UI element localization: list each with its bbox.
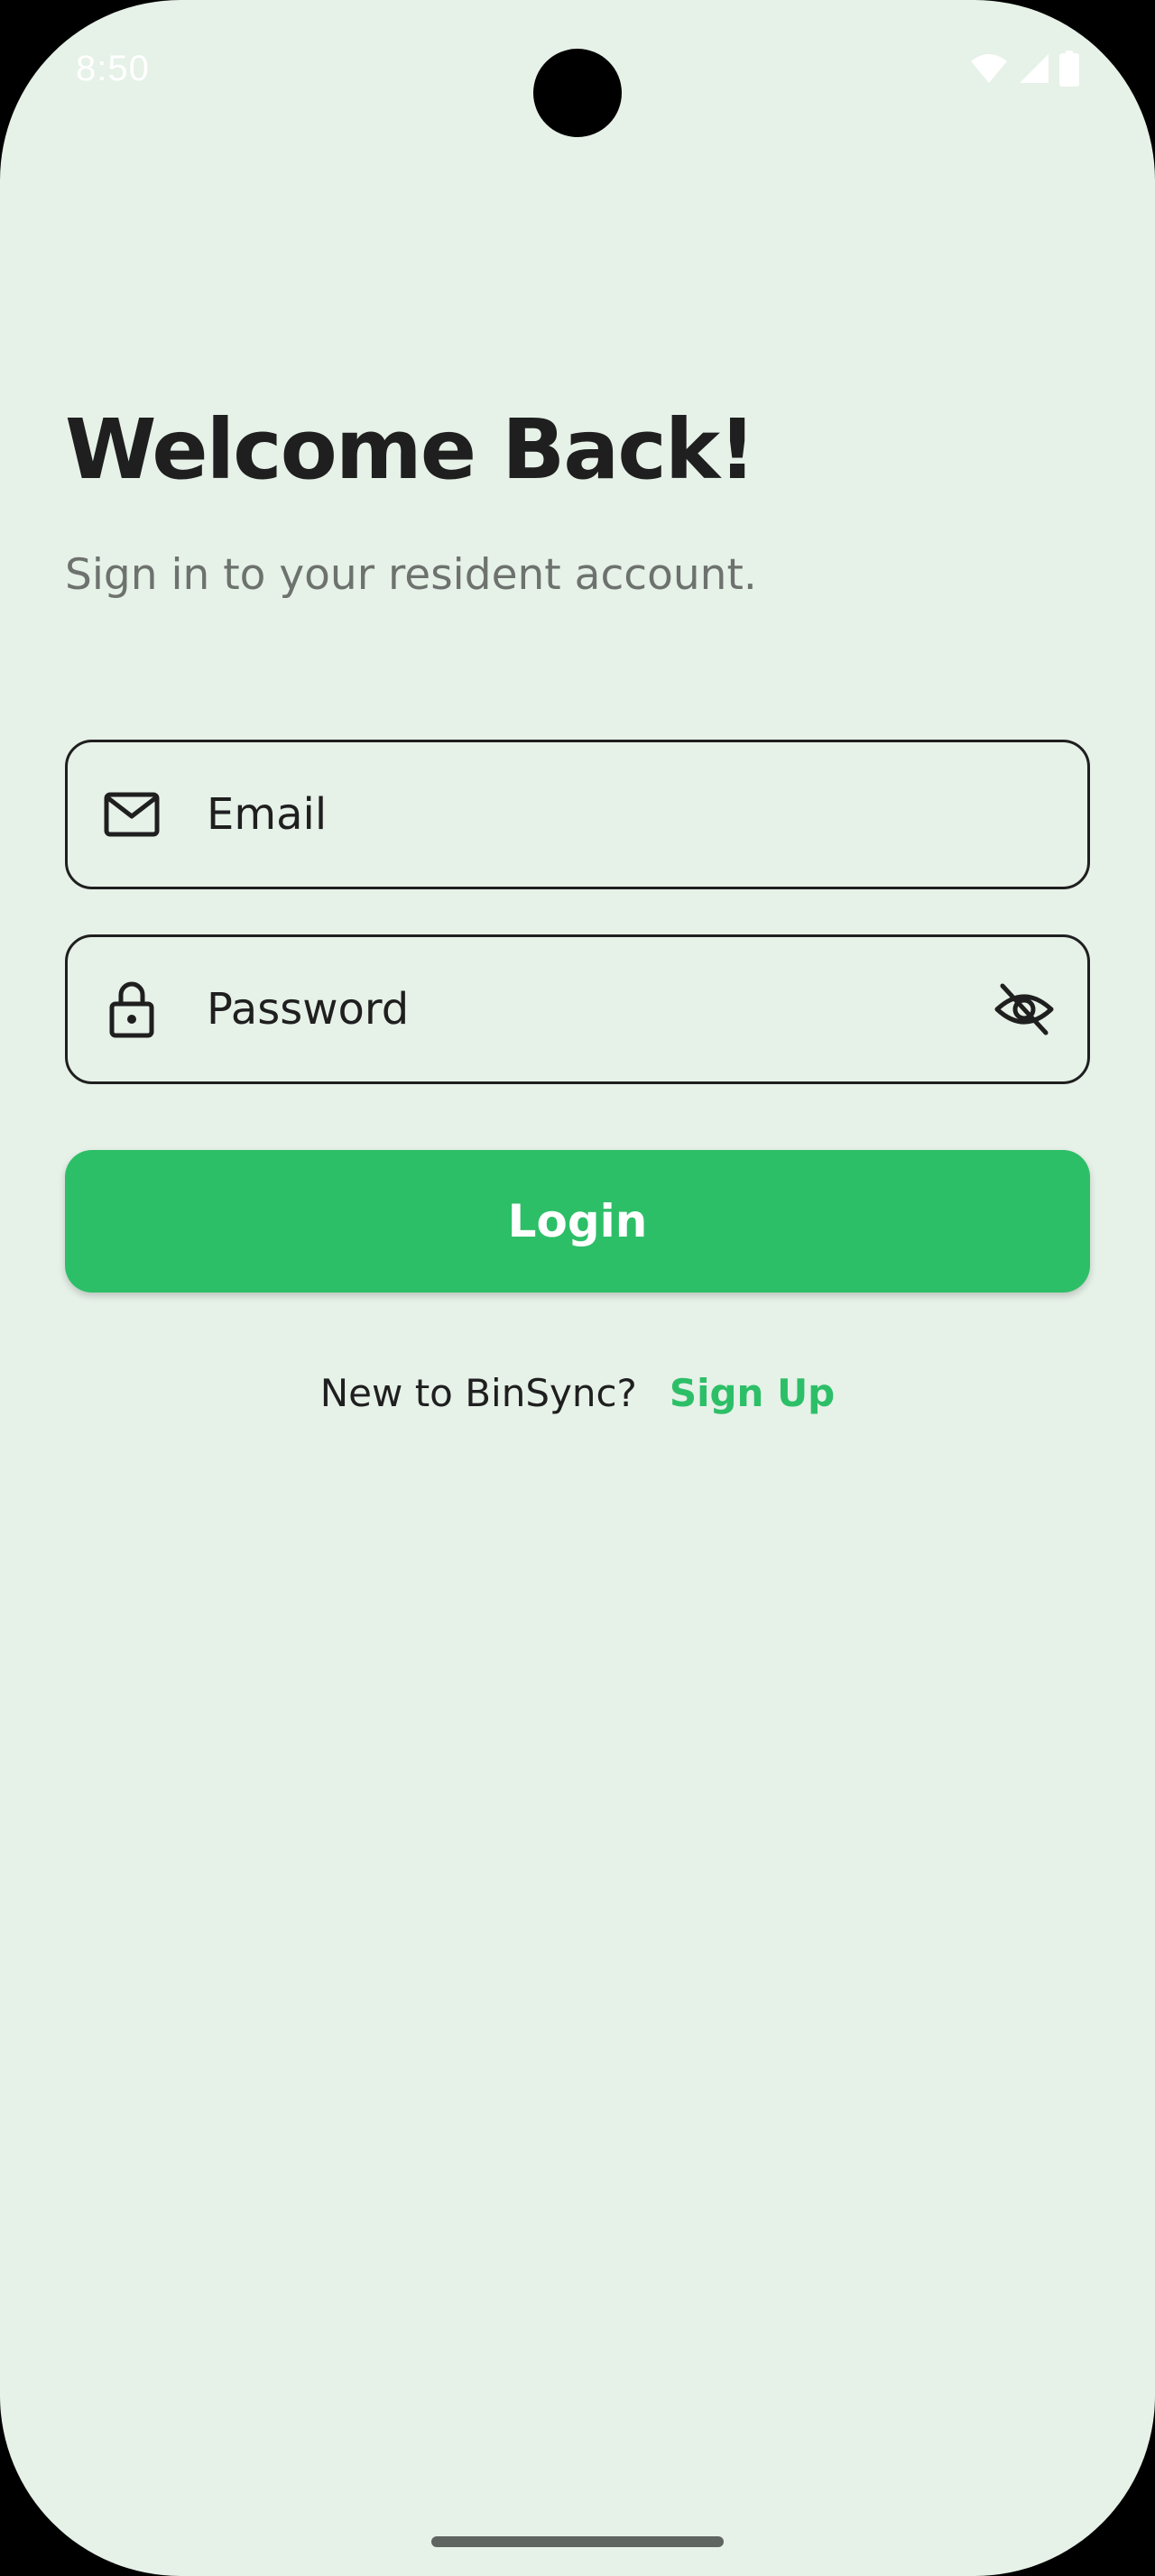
wifi-icon [971, 54, 1007, 83]
page-title: Welcome Back! [65, 401, 756, 498]
status-icons [969, 51, 1079, 87]
lock-icon [102, 980, 162, 1039]
signup-prompt-text: New to BinSync? [319, 1371, 637, 1415]
sign-up-link[interactable]: Sign Up [670, 1371, 835, 1415]
home-indicator[interactable] [431, 2536, 724, 2547]
email-field[interactable] [65, 740, 1090, 889]
camera-cutout [533, 49, 622, 137]
login-button[interactable]: Login [65, 1150, 1090, 1293]
eye-off-icon[interactable] [992, 977, 1057, 1042]
signup-prompt-row: New to BinSync? Sign Up [0, 1371, 1155, 1415]
password-input[interactable] [207, 937, 947, 1081]
battery-icon [1059, 51, 1079, 87]
cellular-signal-icon [1020, 54, 1049, 83]
page-subtitle: Sign in to your resident account. [65, 550, 757, 600]
status-time: 8:50 [76, 49, 150, 88]
email-input[interactable] [207, 742, 947, 887]
password-field[interactable] [65, 934, 1090, 1084]
phone-screen: 8:50 Welcome Back! Sign in to your resid… [0, 0, 1155, 2576]
mail-icon [102, 785, 162, 844]
